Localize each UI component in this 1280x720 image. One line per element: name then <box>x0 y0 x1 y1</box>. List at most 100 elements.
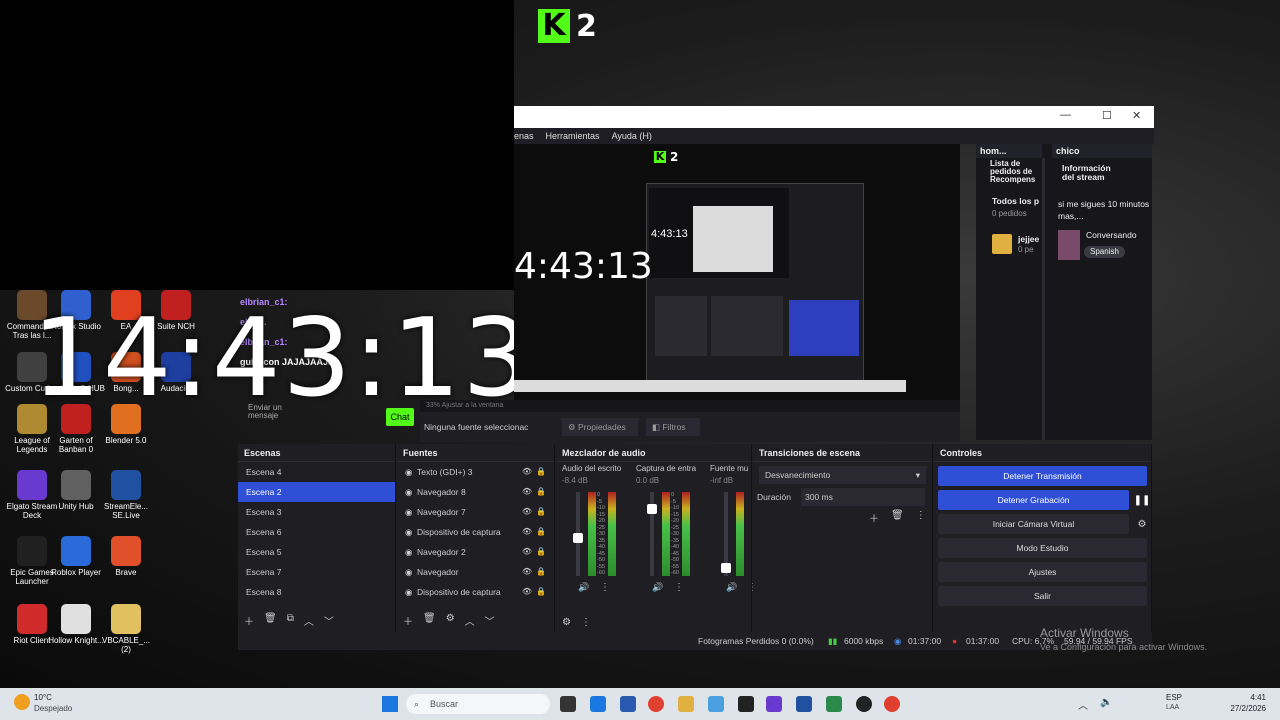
down-icon[interactable]: ﹀ <box>485 613 495 628</box>
menu-item[interactable]: Herramientas <box>546 128 600 144</box>
desktop-icon[interactable]: StreamEle... SE.Live <box>96 470 156 520</box>
eye-icon[interactable]: 👁 <box>522 562 532 582</box>
lock-icon[interactable]: 🔒 <box>536 522 546 542</box>
duration-input[interactable]: 300 ms <box>801 488 925 506</box>
eye-icon[interactable]: 👁 <box>522 462 532 482</box>
menu-icon[interactable]: ⋮ <box>674 582 684 593</box>
source-item[interactable]: ◉ Navegador 7 👁 🔒 <box>397 502 554 522</box>
add-icon[interactable]: ＋ <box>244 613 254 628</box>
clock-time[interactable]: 4:41 <box>1226 693 1266 702</box>
add-icon[interactable]: ＋ <box>869 510 879 525</box>
weather-icon[interactable] <box>14 694 30 710</box>
speaker-icon[interactable]: 🔊 <box>578 582 589 593</box>
speaker-icon[interactable]: 🔈 <box>1100 697 1112 708</box>
app-icon[interactable] <box>590 696 606 712</box>
controls-title: Controles <box>934 444 1151 462</box>
epic-icon[interactable] <box>738 696 754 712</box>
trash-icon[interactable]: 🗑 <box>423 613 436 628</box>
scene-item[interactable]: Escena 2 <box>238 482 395 502</box>
speaker-icon[interactable]: 🔊 <box>726 582 737 593</box>
chrome-icon[interactable] <box>884 696 900 712</box>
source-item[interactable]: ◉ Dispositivo de captura 👁 🔒 <box>397 522 554 542</box>
search-box[interactable]: ⌕ Buscar <box>406 694 550 714</box>
down-icon[interactable]: ﹀ <box>324 613 334 628</box>
settings-button[interactable]: Ajustes <box>938 562 1147 582</box>
volume-slider[interactable] <box>721 492 731 576</box>
trash-icon[interactable]: 🗑 <box>891 510 904 525</box>
studio-mode-button[interactable]: Modo Estudio <box>938 538 1147 558</box>
source-item[interactable]: ◉ Dispositivo de captura 👁 🔒 <box>397 582 554 602</box>
volume-knob[interactable] <box>647 503 657 514</box>
lock-icon[interactable]: 🔒 <box>536 462 546 482</box>
zoom-label[interactable]: 33% Ajustar a la ventana <box>420 400 960 412</box>
meter-scale: 0 -5 -10 -15 -20 -25 -30 -35 -40 -45 -50 -55 -60 <box>671 492 681 577</box>
lock-icon[interactable]: 🔒 <box>536 562 546 582</box>
scene-item[interactable]: Escena 4 <box>238 462 395 482</box>
taskview-icon[interactable] <box>560 696 576 712</box>
maximize-icon[interactable]: ☐ <box>1102 109 1112 122</box>
eye-icon[interactable]: 👁 <box>522 582 532 602</box>
minimize-icon[interactable]: — <box>1060 109 1071 121</box>
start-icon[interactable] <box>382 696 398 712</box>
app-icon[interactable] <box>796 696 812 712</box>
lock-icon[interactable]: 🔒 <box>536 582 546 602</box>
scene-item[interactable]: Escena 7 <box>238 562 395 582</box>
source-item[interactable]: ◉ Navegador 2 👁 🔒 <box>397 542 554 562</box>
source-item[interactable]: ◉ Texto (GDI+) 3 👁 🔒 <box>397 462 554 482</box>
filters-button[interactable]: ◧ Filtros <box>646 418 700 436</box>
lock-icon[interactable]: 🔒 <box>536 502 546 522</box>
speaker-icon[interactable]: 🔊 <box>652 582 663 593</box>
folder-icon[interactable] <box>678 696 694 712</box>
gear-icon[interactable]: ⚙ <box>446 613 455 628</box>
dock-tab-info[interactable]: chico <box>1052 144 1152 158</box>
pause-icon[interactable]: ❚❚ <box>1133 495 1151 506</box>
menu-icon[interactable]: ⋮ <box>916 510 926 525</box>
copilot-icon[interactable] <box>708 696 724 712</box>
lock-icon[interactable]: 🔒 <box>536 542 546 562</box>
eye-icon[interactable]: 👁 <box>522 542 532 562</box>
volume-slider[interactable] <box>573 492 583 576</box>
desktop-icon[interactable]: Brave <box>96 536 156 577</box>
menu-icon[interactable]: ⋮ <box>581 617 591 628</box>
eye-icon[interactable]: 👁 <box>522 482 532 502</box>
app-icon[interactable] <box>766 696 782 712</box>
chrome-icon[interactable] <box>648 696 664 712</box>
obs-icon[interactable] <box>856 696 872 712</box>
clock-date[interactable]: 27/2/2026 <box>1226 704 1266 713</box>
virtual-camera-button[interactable]: Iniciar Cámara Virtual <box>938 514 1129 534</box>
scene-item[interactable]: Escena 6 <box>238 522 395 542</box>
trash-icon[interactable]: 🗑 <box>264 613 277 628</box>
source-item[interactable]: ◉ Navegador 8 👁 🔒 <box>397 482 554 502</box>
exit-button[interactable]: Salir <box>938 586 1147 606</box>
volume-knob[interactable] <box>721 562 731 573</box>
desktop-icon[interactable]: VBCABLE_... (2) <box>96 604 156 654</box>
scene-item[interactable]: Escena 8 <box>238 582 395 602</box>
properties-button[interactable]: ⚙ Propiedades <box>562 418 638 436</box>
app-icon[interactable] <box>826 696 842 712</box>
stop-record-button[interactable]: Detener Grabación <box>938 490 1129 510</box>
eye-icon[interactable]: 👁 <box>522 502 532 522</box>
menu-item[interactable]: enas <box>514 128 534 144</box>
dock-tab-rewards[interactable]: hom... <box>976 144 1042 158</box>
lock-icon[interactable]: 🔒 <box>536 482 546 502</box>
scene-item[interactable]: Escena 5 <box>238 542 395 562</box>
add-icon[interactable]: ＋ <box>403 613 413 628</box>
language-indicator[interactable]: ESP <box>1166 693 1182 702</box>
gear-icon[interactable]: ⚙ <box>1133 519 1151 530</box>
menu-icon[interactable]: ⋮ <box>600 582 610 593</box>
volume-slider[interactable] <box>647 492 657 576</box>
word-icon[interactable] <box>620 696 636 712</box>
volume-knob[interactable] <box>573 533 583 544</box>
gear-icon[interactable]: ⚙ <box>562 617 571 628</box>
stop-stream-button[interactable]: Detener Transmisión <box>938 466 1147 486</box>
eye-icon[interactable]: 👁 <box>522 522 532 542</box>
source-item[interactable]: ◉ Navegador 👁 🔒 <box>397 562 554 582</box>
up-icon[interactable]: ︿ <box>304 613 314 628</box>
menu-item[interactable]: Ayuda (H) <box>612 128 652 144</box>
up-icon[interactable]: ︿ <box>465 613 475 628</box>
scene-item[interactable]: Escena 3 <box>238 502 395 522</box>
close-icon[interactable]: ✕ <box>1132 109 1141 122</box>
transition-select[interactable]: Desvanecimiento ▾ <box>759 466 926 484</box>
copy-icon[interactable]: ⧉ <box>287 613 294 628</box>
chevron-up-icon[interactable]: ︿ <box>1078 697 1088 712</box>
